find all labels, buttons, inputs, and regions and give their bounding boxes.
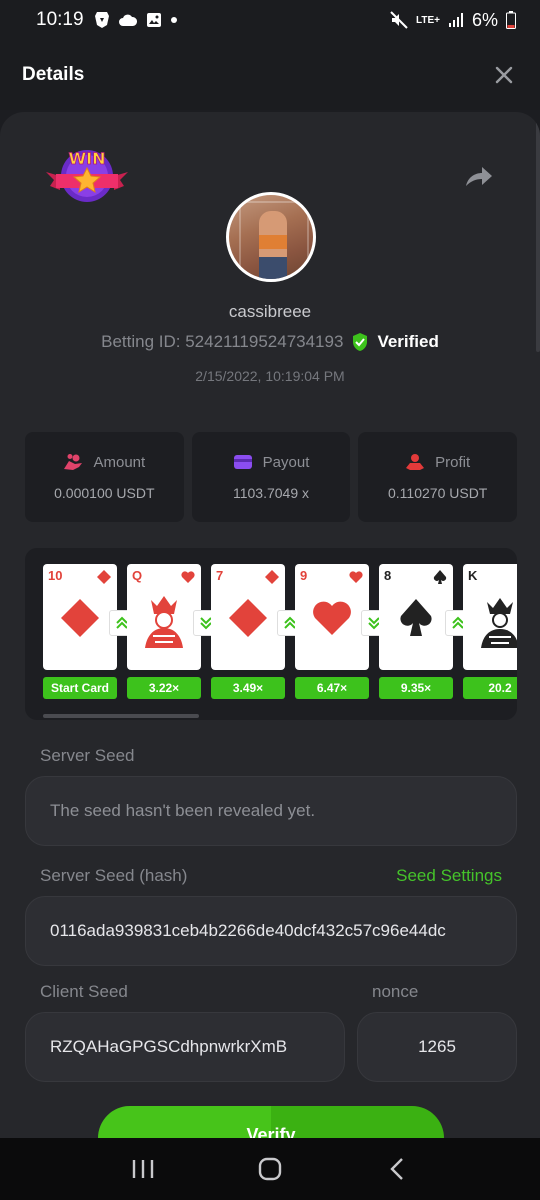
card-rank: K bbox=[468, 568, 478, 583]
wallet-icon bbox=[233, 455, 252, 469]
diamond-icon bbox=[61, 599, 99, 637]
network-label: LTE+ bbox=[416, 14, 440, 26]
back-icon bbox=[389, 1158, 403, 1180]
playing-card: 9 bbox=[295, 564, 369, 670]
server-seed-label: Server Seed bbox=[40, 746, 135, 765]
status-icons-left bbox=[94, 11, 178, 29]
signal-icon bbox=[448, 13, 463, 27]
card-rank: Q bbox=[132, 568, 143, 583]
system-nav-bar bbox=[0, 1138, 540, 1200]
recents-button[interactable] bbox=[123, 1149, 163, 1189]
close-icon bbox=[495, 66, 513, 84]
close-button[interactable] bbox=[490, 61, 518, 89]
stat-value: 0.110270 USDT bbox=[388, 485, 488, 501]
stat-label: Payout bbox=[262, 453, 310, 471]
cloud-icon bbox=[118, 14, 137, 26]
stat-payout: Payout 1103.7049 x bbox=[191, 432, 351, 522]
win-badge-icon: WIN bbox=[46, 149, 128, 202]
heart-icon bbox=[349, 571, 363, 583]
details-header: Details bbox=[0, 40, 540, 110]
card-history-panel: 10 Start Card Q 3.22× 7 3.49× 9 6.47× 8 … bbox=[25, 548, 517, 720]
page-title: Details bbox=[22, 64, 85, 85]
card-rank: 10 bbox=[48, 568, 63, 583]
username: cassibreee bbox=[228, 302, 312, 321]
betting-id-row: Betting ID: 52421119524734193 Verified bbox=[0, 332, 540, 352]
client-seed-field[interactable]: RZQAHaGPGSCdhpnwrkrXmB bbox=[25, 1012, 345, 1082]
bet-timestamp: 2/15/2022, 10:19:04 PM bbox=[195, 368, 345, 384]
verified-shield-icon bbox=[353, 333, 368, 351]
heart-icon bbox=[313, 601, 351, 635]
avatar bbox=[226, 192, 316, 282]
playing-card: 10 bbox=[43, 564, 117, 670]
nonce-label: nonce bbox=[372, 982, 419, 1001]
mute-icon bbox=[390, 11, 408, 29]
playing-card: Q bbox=[127, 564, 201, 670]
seed-settings-link[interactable]: Seed Settings bbox=[340, 866, 502, 886]
multiplier-pill: 6.47× bbox=[295, 677, 369, 699]
diamond-icon bbox=[265, 570, 279, 584]
playing-card: K bbox=[463, 564, 517, 670]
stat-amount: Amount 0.000100 USDT bbox=[25, 432, 184, 522]
card-rank: 9 bbox=[300, 568, 308, 583]
stat-value: 1103.7049 x bbox=[232, 484, 310, 501]
playing-card: 7 bbox=[211, 564, 285, 670]
stat-label: Amount bbox=[93, 453, 146, 471]
playing-card: 8 bbox=[379, 564, 453, 670]
stat-label: Profit bbox=[435, 453, 471, 471]
dot-icon bbox=[170, 17, 177, 23]
king-figure-icon bbox=[481, 598, 517, 648]
brave-lion-icon bbox=[94, 12, 109, 28]
battery-percent: 6% bbox=[471, 9, 498, 30]
multiplier-pill: 3.22× bbox=[127, 677, 201, 699]
diamond-icon bbox=[97, 570, 111, 584]
server-seed-hash-field[interactable]: 0116ada939831ceb4b2266de40dcf432c57c96e4… bbox=[25, 896, 517, 966]
multiplier-pill: 3.49× bbox=[211, 677, 285, 699]
verified-label: Verified bbox=[377, 332, 439, 351]
multiplier-pill: 20.2 bbox=[463, 677, 517, 699]
home-button[interactable] bbox=[250, 1149, 290, 1189]
stat-cards: Amount 0.000100 USDT Payout 1103.7049 x … bbox=[25, 432, 518, 522]
card-strip[interactable]: 10 Start Card Q 3.22× 7 3.49× 9 6.47× 8 … bbox=[43, 564, 517, 702]
recents-icon bbox=[133, 1160, 154, 1178]
stat-value: 0.000100 USDT bbox=[54, 485, 155, 501]
profit-hand-icon bbox=[406, 454, 425, 470]
spade-icon bbox=[433, 570, 447, 584]
battery-low-icon bbox=[506, 11, 516, 29]
client-seed-label: Client Seed bbox=[40, 982, 128, 1001]
horizontal-scrollbar[interactable] bbox=[43, 714, 199, 718]
share-icon[interactable] bbox=[462, 162, 494, 190]
image-icon bbox=[146, 13, 161, 27]
diamond-icon bbox=[229, 599, 267, 637]
coins-hand-icon bbox=[64, 454, 83, 470]
card-rank: 8 bbox=[384, 568, 392, 583]
status-icons-right: LTE+ 6% bbox=[390, 10, 516, 31]
verify-button[interactable]: Verify bbox=[98, 1106, 444, 1138]
back-button[interactable] bbox=[377, 1149, 417, 1189]
heart-icon bbox=[181, 571, 195, 583]
status-bar: 10:19 LTE+ 6% bbox=[0, 0, 540, 40]
server-seed-hash-label: Server Seed (hash) bbox=[40, 866, 188, 885]
betting-id: Betting ID: 52421119524734193 bbox=[101, 332, 344, 351]
status-time: 10:19 bbox=[36, 9, 84, 30]
server-seed-field: The seed hasn't been revealed yet. bbox=[25, 776, 517, 846]
nonce-field[interactable]: 1265 bbox=[357, 1012, 517, 1082]
card-rank: 7 bbox=[216, 568, 224, 583]
multiplier-pill: Start Card bbox=[43, 677, 117, 699]
win-badge-text: WIN bbox=[69, 149, 106, 168]
home-icon bbox=[258, 1157, 282, 1181]
multiplier-pill: 9.35× bbox=[379, 677, 453, 699]
details-sheet: WIN cassibreee Betting ID: 5242111952473… bbox=[0, 112, 540, 1138]
spade-icon bbox=[400, 599, 432, 636]
stat-profit: Profit 0.110270 USDT bbox=[358, 432, 518, 522]
queen-figure-icon bbox=[145, 596, 183, 648]
